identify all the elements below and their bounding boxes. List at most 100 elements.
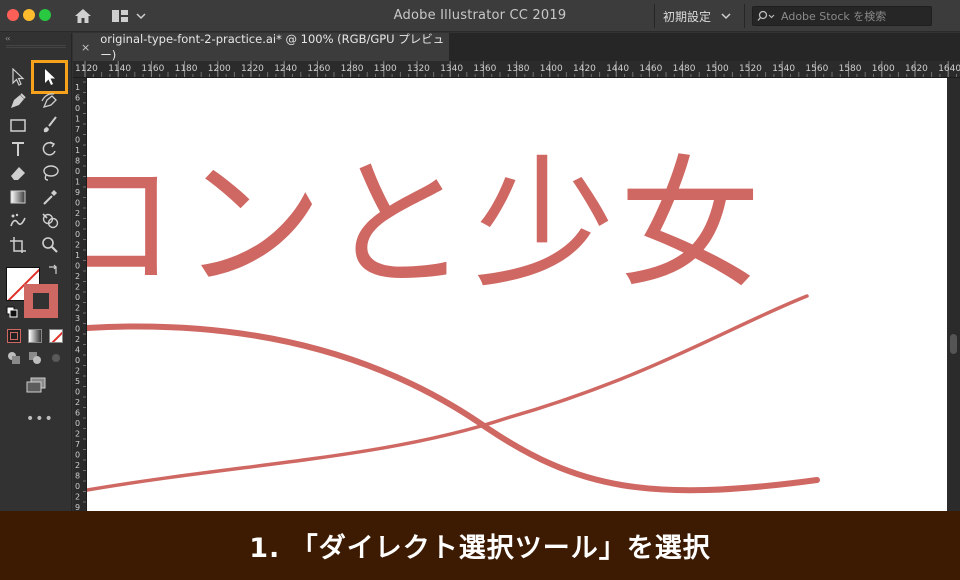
lasso-tool-icon[interactable] (39, 162, 61, 184)
ruler-label: 0 (75, 356, 80, 365)
swap-fill-stroke-icon[interactable] (46, 263, 60, 277)
none-mode-button[interactable] (49, 329, 63, 343)
edit-toolbar-button[interactable]: ••• (26, 411, 54, 427)
pen-tool-icon[interactable] (7, 90, 29, 112)
gradient-mode-button[interactable] (28, 329, 42, 343)
pasteboard[interactable] (947, 78, 960, 511)
ruler-label: 2 (75, 283, 80, 292)
stroke-swatch[interactable] (24, 284, 58, 318)
type-tool-icon[interactable] (7, 138, 29, 160)
ruler-label: 0 (75, 388, 80, 397)
ruler-label: 2 (75, 241, 80, 250)
ruler-label: 2 (75, 398, 80, 407)
ruler-label: 2 (75, 493, 80, 502)
ruler-label: 2 (75, 209, 80, 218)
zoom-tool-icon[interactable] (39, 234, 61, 256)
ruler-label: 1420 (573, 64, 596, 74)
rectangle-tool-icon[interactable] (7, 114, 29, 136)
ruler-label: 5 (75, 377, 80, 386)
title-bar: Adobe Illustrator CC 2019 初期設定 Adobe Sto… (0, 0, 960, 32)
vertical-scrollbar-thumb[interactable] (950, 334, 957, 354)
ruler-label: 1620 (905, 64, 928, 74)
ruler-label: 7 (75, 125, 80, 134)
document-tab[interactable]: × original-type-font-2-practice.ai* @ 10… (73, 32, 449, 62)
ruler-label: 0 (75, 482, 80, 491)
ruler-label: 1460 (639, 64, 662, 74)
ruler-label: 1380 (507, 64, 530, 74)
ruler-label: 1200 (208, 64, 231, 74)
ruler-label: 7 (75, 440, 80, 449)
ruler-label: 0 (75, 167, 80, 176)
swoosh-curve-down (87, 323, 820, 494)
ruler-label: 1 (75, 115, 80, 124)
ruler-label: 6 (75, 409, 80, 418)
ruler-label: 1300 (374, 64, 397, 74)
ruler-label: 0 (75, 419, 80, 428)
ruler-label: 0 (75, 199, 80, 208)
ruler-label: 1560 (805, 64, 828, 74)
gradient-tool-icon[interactable] (7, 186, 29, 208)
curvature-tool-icon[interactable] (39, 90, 61, 112)
ruler-label: 0 (75, 262, 80, 271)
zoom-window-button[interactable] (39, 9, 51, 21)
ruler-label: 2 (75, 335, 80, 344)
ruler-label: 2 (75, 430, 80, 439)
artwork: ロンと少女 (87, 143, 820, 494)
ruler-label: 1520 (739, 64, 762, 74)
divider (654, 4, 655, 28)
collapse-panel-button[interactable]: ‹‹ (5, 34, 11, 43)
ruler-label: 8 (75, 157, 80, 166)
ruler-label: 1 (75, 251, 80, 260)
arrange-documents-icon[interactable] (110, 6, 146, 26)
selection-tool-icon[interactable] (7, 66, 29, 88)
horizontal-ruler[interactable]: 1120 1140 1160 1180 1200 1220 1240 1260 1280 1300… (73, 61, 960, 78)
symbol-sprayer-tool-icon[interactable] (7, 210, 29, 232)
close-window-button[interactable] (7, 9, 19, 21)
divider (744, 4, 745, 28)
ruler-label: 1400 (540, 64, 563, 74)
ruler-label: 1 (75, 178, 80, 187)
ruler-label: 6 (75, 94, 80, 103)
stock-search-placeholder: Adobe Stock を検索 (781, 10, 887, 23)
ruler-label: 3 (75, 314, 80, 323)
panel-grip[interactable] (6, 45, 66, 48)
paintbrush-tool-icon[interactable] (39, 114, 61, 136)
eyedropper-tool-icon[interactable] (39, 186, 61, 208)
stock-search-input[interactable]: Adobe Stock を検索 (752, 6, 932, 26)
swoosh-curve-up (87, 294, 809, 492)
ruler-label: 1240 (274, 64, 297, 74)
color-mode-button[interactable] (7, 329, 21, 343)
ruler-label: 1540 (772, 64, 795, 74)
ruler-label: 0 (75, 325, 80, 334)
artboard-canvas[interactable]: ロンと少女 (87, 78, 947, 511)
ruler-label: 8 (75, 472, 80, 481)
ruler-label: 1 (75, 83, 80, 92)
document-tab-bar: × original-type-font-2-practice.ai* @ 10… (73, 32, 960, 62)
screen-mode-icon[interactable] (24, 375, 48, 395)
ruler-label: 4 (75, 346, 80, 355)
close-tab-icon[interactable]: × (81, 41, 90, 54)
artwork-title-text: ロンと少女 (87, 143, 765, 308)
direct-selection-tool-icon[interactable] (39, 66, 61, 88)
draw-normal-icon[interactable] (5, 349, 23, 367)
tools-panel: ‹‹ ••• (0, 33, 72, 511)
workspace-label: 初期設定 (663, 9, 712, 24)
draw-inside-icon[interactable] (47, 349, 65, 367)
vertical-ruler[interactable]: 1601701801902002102202302402502602702802… (73, 78, 87, 511)
ruler-label: 1500 (706, 64, 729, 74)
ruler-label: 1320 (407, 64, 430, 74)
workspace-switcher[interactable]: 初期設定 (663, 7, 731, 25)
shape-builder-tool-icon[interactable] (39, 210, 61, 232)
ruler-label: 1480 (673, 64, 696, 74)
eraser-tool-icon[interactable] (7, 162, 29, 184)
draw-behind-icon[interactable] (26, 349, 44, 367)
ruler-label: 0 (75, 104, 80, 113)
minimize-window-button[interactable] (23, 9, 35, 21)
ruler-label: 9 (75, 188, 80, 197)
home-icon[interactable] (72, 6, 94, 26)
default-fill-stroke-icon[interactable] (5, 305, 19, 319)
rotate-tool-icon[interactable] (39, 138, 61, 160)
ruler-label: 0 (75, 136, 80, 145)
ruler-label: 1180 (175, 64, 198, 74)
artboard-tool-icon[interactable] (7, 234, 29, 256)
